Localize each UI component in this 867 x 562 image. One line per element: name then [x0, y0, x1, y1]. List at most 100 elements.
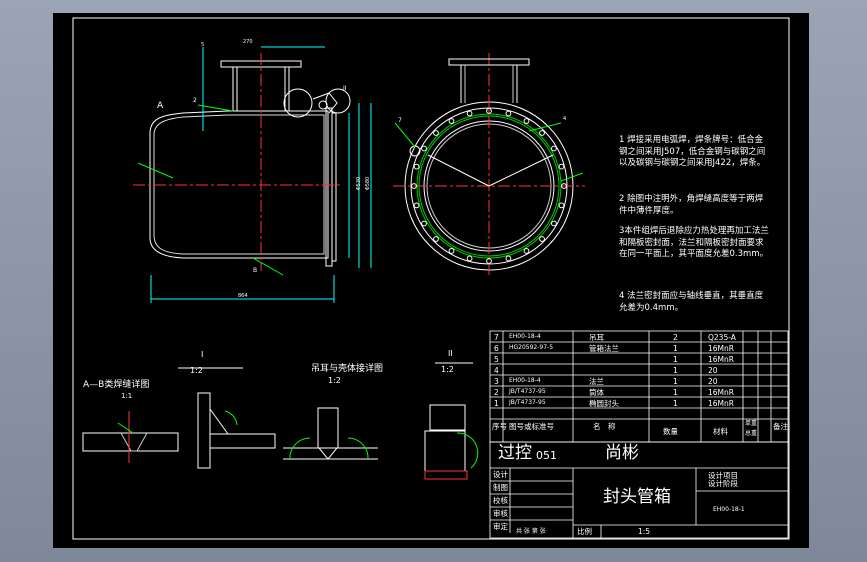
- bom-cell-mat: 20: [708, 377, 718, 386]
- bom-cell-qty: 1: [673, 388, 678, 397]
- note-2: 2 除图中注明外，角焊缝高度等于两焊件中薄件厚度。: [619, 194, 764, 216]
- bom-cell-std: EH00-18-4: [509, 377, 541, 384]
- drawing-sheet: A 270 864 5 2 I II Φ530 Φ580 B 7 4 1 焊接采…: [53, 13, 809, 548]
- bom-header-total: 总重: [745, 430, 758, 437]
- bom-cell-no: 6: [494, 344, 499, 353]
- label-section-ab: A—B类焊缝详图: [83, 380, 150, 390]
- bolt-hole: [466, 255, 473, 262]
- bom-header-remark: 备注: [773, 422, 788, 431]
- role-design: 设计: [493, 470, 508, 479]
- label-detail-ii-scale: 1:2: [441, 365, 454, 374]
- bom-cell-no: 3: [494, 377, 499, 386]
- bom-cell-name: 管箱法兰: [589, 344, 619, 353]
- detail-lug: [283, 407, 378, 460]
- bolt-hole: [433, 130, 439, 136]
- detail-ab: [82, 411, 179, 463]
- marker-i: I: [288, 88, 290, 95]
- bolt-hole: [433, 236, 439, 242]
- role-drafting: 制图: [493, 483, 508, 492]
- sheet-label: 共 张 第 张: [516, 528, 546, 535]
- bom-cell-std: JB/T4737-95: [509, 399, 546, 406]
- bolt-hole: [558, 163, 565, 170]
- side-view: [393, 53, 585, 278]
- marker-5: 5: [201, 42, 205, 48]
- dim-right-b: Φ580: [365, 176, 372, 191]
- bolt-hole: [505, 110, 512, 117]
- bom-header-unit: 单重: [745, 420, 758, 427]
- bolt-hole: [523, 118, 530, 124]
- note-1: 1 焊接采用电弧焊，焊条牌号：低合金钢之间采用J507，低合金钢与碳钢之间以及碳…: [619, 135, 766, 168]
- label-section-ab-scale: 1:1: [121, 392, 133, 400]
- bolt-hole: [413, 163, 420, 170]
- bolt-hole: [505, 255, 512, 262]
- cad-drawing: A 270 864: [72, 17, 790, 540]
- bom-cell-name: 吊耳: [589, 333, 604, 342]
- bom-cell-mat: 16MnR: [708, 399, 734, 408]
- bom-cell-mat: 20: [708, 366, 718, 375]
- bom-cell-qty: 1: [673, 366, 678, 375]
- bom-cell-no: 1: [494, 399, 499, 408]
- bom-cell-name: 法兰: [589, 377, 604, 386]
- bom-cell-qty: 1: [673, 355, 678, 364]
- drawing-border: [72, 17, 790, 540]
- dim-right-a: Φ530: [356, 176, 363, 191]
- watermark-1: 过控: [498, 443, 532, 463]
- bolt-hole: [421, 220, 427, 227]
- bom-cell-qty: 1: [673, 399, 678, 408]
- note-3: 3本件组焊后退除应力热处理再加工法兰和隔板密封面，法兰和隔板密封面要求在同一平面…: [619, 226, 769, 259]
- bom-cell-mat: 16MnR: [708, 344, 734, 353]
- marker-4: 4: [563, 116, 567, 122]
- bom-cell-qty: 2: [673, 333, 678, 342]
- bom-cell-no: 5: [494, 355, 499, 364]
- scale-label: 比例: [577, 527, 592, 536]
- bolt-hole: [551, 220, 557, 227]
- bom-cell-std: JB/T4737-95: [509, 388, 546, 395]
- label-detail-i-scale: 1:2: [190, 366, 203, 375]
- drawing-code: EH00-18-1: [713, 506, 745, 513]
- scale-value: 1:5: [638, 527, 651, 536]
- marker-2: 2: [193, 97, 197, 104]
- label-detail-i: I: [201, 350, 204, 359]
- role-approve: 审定: [493, 522, 508, 531]
- role-review: 审核: [493, 509, 508, 518]
- bom-cell-no: 7: [494, 333, 499, 342]
- bom-header-mat: 材料: [713, 427, 728, 436]
- bolt-hole: [448, 248, 455, 254]
- bom-cell-mat: 16MnR: [708, 355, 734, 364]
- bom-header-no: 序号: [492, 422, 507, 431]
- bolt-hole: [539, 130, 545, 136]
- bom-cell-qty: 1: [673, 377, 678, 386]
- bom-cell-qty: 1: [673, 344, 678, 353]
- marker-ii: II: [343, 85, 347, 92]
- note-4: 4 法兰密封面应与轴线垂直，其垂直度允差为0.4mm。: [619, 291, 764, 313]
- marker-b: B: [253, 267, 258, 274]
- label-lug: 吊耳与壳体接详图: [311, 364, 384, 374]
- bom-cell-no: 2: [494, 388, 499, 397]
- bom-cell-std: EH00-18-4: [509, 333, 541, 340]
- bom-header-std: 图号或标准号: [509, 422, 554, 431]
- detail-ii: [424, 362, 479, 480]
- bom-cell-name: 筒体: [589, 388, 604, 397]
- bom-cell-mat: Q235-A: [708, 333, 736, 342]
- marker-7: 7: [398, 117, 402, 124]
- bolt-hole: [466, 110, 473, 117]
- dim-top: 270: [243, 39, 253, 45]
- design-stage-label: 设计阶段: [708, 479, 738, 488]
- bom-cell-std: HG20592-97-5: [509, 344, 554, 351]
- bom-header-qty: 数量: [663, 427, 678, 436]
- marker-a: A: [157, 101, 164, 111]
- watermark-3: 尚彬: [605, 443, 639, 463]
- front-view: [133, 46, 372, 303]
- dim-total: 864: [238, 293, 248, 299]
- bolt-hole: [421, 145, 427, 152]
- bolt-hole: [523, 248, 530, 254]
- bolt-hole: [539, 236, 545, 242]
- label-detail-ii: II: [448, 349, 453, 358]
- drawing-title: 封头管箱: [603, 487, 671, 507]
- bolt-hole: [551, 145, 557, 152]
- detail-i: [178, 367, 276, 469]
- bom-cell-name: 椭圆封头: [589, 399, 619, 408]
- role-check: 校核: [493, 496, 508, 505]
- watermark-2: 051: [536, 449, 557, 462]
- bolt-hole: [448, 118, 455, 124]
